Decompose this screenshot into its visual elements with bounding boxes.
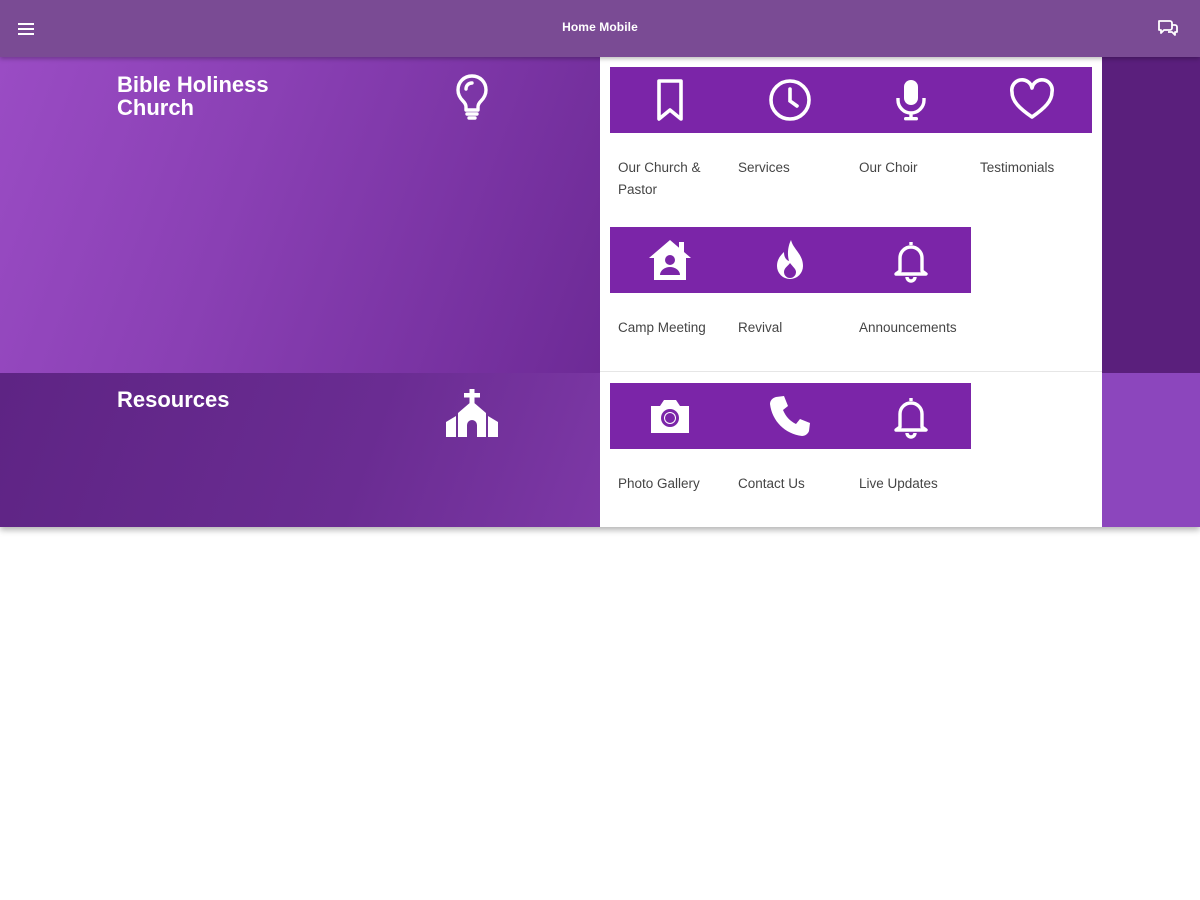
resources-title: Resources (117, 387, 230, 412)
heart-icon[interactable] (972, 67, 1092, 133)
tile-label-camp-meeting[interactable]: Camp Meeting (618, 317, 730, 339)
tile-label-services[interactable]: Services (738, 157, 850, 179)
menu-grid: Our Church & Pastor Services Our Choir T… (600, 57, 1102, 527)
lightbulb-icon (450, 73, 494, 121)
page-title: Home Mobile (562, 20, 638, 34)
tile-label-our-choir[interactable]: Our Choir (859, 157, 971, 179)
divider (600, 371, 1102, 372)
flame-icon[interactable] (730, 227, 850, 293)
clock-icon[interactable] (730, 67, 850, 133)
tile-label-our-church[interactable]: Our Church & Pastor (618, 157, 730, 201)
main-content: Bible Holiness Church Resources Our Chur… (0, 57, 1200, 527)
tile-label-testimonials[interactable]: Testimonials (980, 157, 1092, 179)
app-bar: Home Mobile (0, 0, 1200, 57)
tile-label-contact-us[interactable]: Contact Us (738, 473, 850, 495)
camera-icon[interactable] (610, 383, 730, 449)
chat-bubbles-icon[interactable] (1156, 16, 1180, 40)
tile-row (610, 227, 971, 293)
tile-label-live-updates[interactable]: Live Updates (859, 473, 971, 495)
resources-panel[interactable]: Resources (0, 373, 600, 527)
tile-row (610, 67, 1092, 133)
accent-band-bottom (1102, 373, 1200, 527)
church-panel[interactable]: Bible Holiness Church (0, 57, 600, 373)
tile-label-revival[interactable]: Revival (738, 317, 850, 339)
tile-label-announcements[interactable]: Announcements (859, 317, 971, 339)
bell-icon[interactable] (851, 227, 971, 293)
phone-icon[interactable] (730, 383, 850, 449)
church-building-icon (443, 389, 501, 437)
accent-band-top (1102, 57, 1200, 373)
bookmark-icon[interactable] (610, 67, 730, 133)
church-title: Bible Holiness Church (117, 72, 269, 120)
home-person-icon[interactable] (610, 227, 730, 293)
microphone-icon[interactable] (851, 67, 971, 133)
bell-icon[interactable] (851, 383, 971, 449)
tile-label-photo-gallery[interactable]: Photo Gallery (618, 473, 730, 495)
tile-row (610, 383, 971, 449)
